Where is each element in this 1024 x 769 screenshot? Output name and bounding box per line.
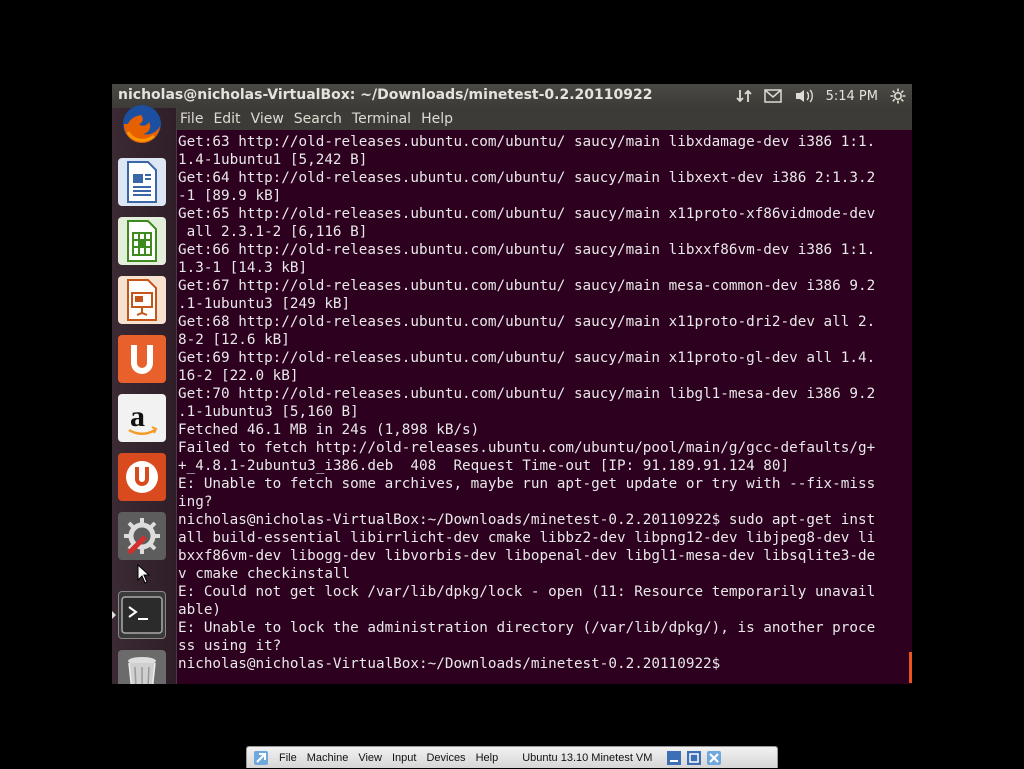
vbox-menu-file[interactable]: File [279, 752, 297, 764]
terminal-line: Get:66 http://old-releases.ubuntu.com/ub… [178, 242, 876, 258]
firefox-icon [123, 105, 161, 144]
terminal-line: -1 [89.9 kB] [178, 188, 282, 204]
libreoffice-writer-icon [127, 161, 157, 203]
launcher-system-settings[interactable] [118, 512, 166, 560]
launcher-firefox[interactable] [118, 100, 166, 148]
terminal-line: ss using it? [178, 638, 282, 654]
libreoffice-calc-icon [127, 220, 157, 262]
window-title: nicholas@nicholas-VirtualBox: ~/Download… [118, 87, 653, 103]
svg-text:a: a [130, 400, 145, 433]
menu-terminal[interactable]: Terminal [348, 111, 417, 127]
vbox-menu-view[interactable]: View [358, 752, 382, 764]
terminal-line: nicholas@nicholas-VirtualBox:~/Downloads… [178, 656, 729, 672]
vbox-close-icon[interactable] [706, 750, 722, 766]
clock[interactable]: 5:14 PM [826, 89, 878, 104]
terminal-output[interactable]: Get:63 http://old-releases.ubuntu.com/ub… [178, 130, 910, 684]
terminal-line: bxxf86vm-dev libogg-dev libvorbis-dev li… [178, 548, 876, 564]
top-panel: nicholas@nicholas-VirtualBox: ~/Download… [112, 84, 912, 108]
menu-file[interactable]: File [176, 111, 209, 127]
vbox-menu-machine[interactable]: Machine [307, 752, 349, 764]
indicator-area: 5:14 PM [735, 86, 906, 106]
vbox-menu-input[interactable]: Input [392, 752, 416, 764]
terminal-line: 1.4-1ubuntu1 [5,242 B] [178, 152, 368, 168]
vbox-menu-devices[interactable]: Devices [426, 752, 465, 764]
terminal-line: +_4.8.1-2ubuntu3_i386.deb 408 Request Ti… [178, 458, 790, 474]
ubuntu-one-icon [126, 461, 158, 493]
terminal-line: .1-1ubuntu3 [5,160 B] [178, 404, 359, 420]
active-app-arrow [112, 611, 116, 619]
terminal-line: Get:65 http://old-releases.ubuntu.com/ub… [178, 206, 876, 222]
terminal-line: E: Unable to lock the administration dir… [178, 620, 876, 636]
vbox-pin-icon[interactable] [253, 750, 269, 766]
vbox-menu-help[interactable]: Help [476, 752, 499, 764]
launcher-ubuntu-one[interactable] [118, 453, 166, 501]
terminal-menubar: File Edit View Search Terminal Help [176, 108, 912, 130]
launcher-calc[interactable] [118, 217, 166, 265]
unity-launcher: a [112, 105, 177, 684]
volume-indicator-icon[interactable] [794, 88, 814, 104]
terminal-line: 8-2 [12.6 kB] [178, 332, 290, 348]
terminal-line: Failed to fetch http://old-releases.ubun… [178, 440, 876, 456]
vbox-vm-title: Ubuntu 13.10 Minetest VM [522, 751, 653, 764]
terminal-icon [121, 596, 163, 634]
terminal-line: Get:63 http://old-releases.ubuntu.com/ub… [178, 134, 876, 150]
terminal-line: all 2.3.1-2 [6,116 B] [178, 224, 368, 240]
terminal-line: Get:69 http://old-releases.ubuntu.com/ub… [178, 350, 876, 366]
menu-help[interactable]: Help [417, 111, 459, 127]
vbox-restore-icon[interactable] [686, 750, 702, 766]
ubuntu-software-center-icon [131, 345, 153, 374]
network-indicator-icon[interactable] [735, 88, 752, 104]
launcher-amazon[interactable]: a [118, 394, 166, 442]
terminal-line: E: Unable to fetch some archives, maybe … [178, 476, 876, 492]
launcher-writer[interactable] [118, 158, 166, 206]
launcher-trash[interactable] [118, 650, 166, 684]
launcher-software-center[interactable] [118, 335, 166, 383]
virtualbox-menubar: File Machine View Input Devices Help Ubu… [246, 746, 778, 768]
amazon-icon: a [128, 400, 158, 435]
system-settings-icon [124, 518, 160, 555]
terminal-line: 16-2 [22.0 kB] [178, 368, 299, 384]
terminal-line: Get:68 http://old-releases.ubuntu.com/ub… [178, 314, 876, 330]
terminal-line: Get:70 http://old-releases.ubuntu.com/ub… [178, 386, 876, 402]
terminal-line: .1-1ubuntu3 [249 kB] [178, 296, 351, 312]
menu-search[interactable]: Search [290, 111, 348, 127]
launcher-terminal[interactable] [118, 591, 166, 639]
terminal-line: v cmake checkinstall [178, 566, 351, 582]
terminal-line: nicholas@nicholas-VirtualBox:~/Downloads… [178, 512, 876, 528]
terminal-line: 1.3-1 [14.3 kB] [178, 260, 308, 276]
terminal-line: able) [178, 602, 222, 618]
session-gear-icon[interactable] [890, 88, 906, 104]
launcher-impress[interactable] [118, 276, 166, 324]
terminal-line: ing? [178, 494, 213, 510]
trash-icon [128, 657, 156, 684]
menu-edit[interactable]: Edit [209, 111, 246, 127]
vbox-minimize-icon[interactable] [666, 750, 682, 766]
terminal-line: Get:64 http://old-releases.ubuntu.com/ub… [178, 170, 876, 186]
libreoffice-impress-icon [127, 279, 157, 321]
vm-screen: nicholas@nicholas-VirtualBox: ~/Download… [112, 84, 912, 684]
menu-view[interactable]: View [247, 111, 290, 127]
terminal-line: Fetched 46.1 MB in 24s (1,898 kB/s) [178, 422, 480, 438]
terminal-cursor [909, 652, 912, 683]
terminal-line: E: Could not get lock /var/lib/dpkg/lock… [178, 584, 876, 600]
terminal-line: all build-essential libirrlicht-dev cmak… [178, 530, 876, 546]
mouse-pointer-icon [137, 564, 151, 584]
terminal-line: Get:67 http://old-releases.ubuntu.com/ub… [178, 278, 876, 294]
mail-indicator-icon[interactable] [763, 89, 782, 103]
